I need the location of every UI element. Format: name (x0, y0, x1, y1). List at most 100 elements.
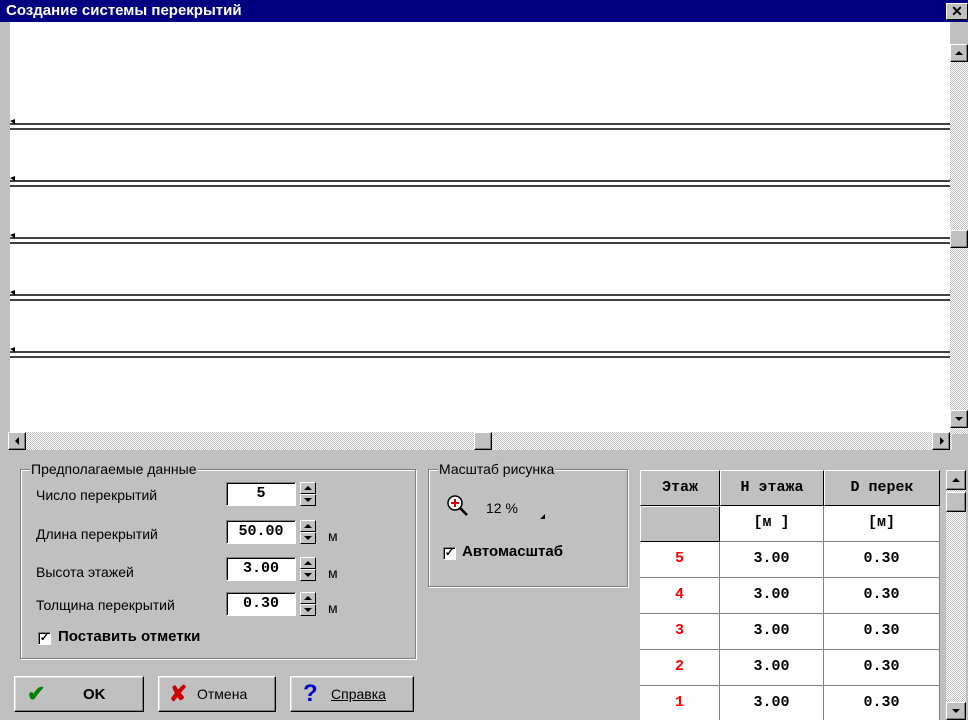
scroll-up-button[interactable] (950, 44, 968, 62)
arrow-up-icon (955, 51, 963, 55)
autoscale-checkbox-label[interactable]: Автомасштаб (462, 543, 563, 560)
arrow-down-icon (955, 417, 963, 421)
zoom-value: 12 % (486, 500, 518, 516)
table-cell-floor[interactable]: 3 (640, 614, 720, 650)
arrow-up-icon (952, 478, 960, 482)
spin-up-button[interactable] (300, 592, 316, 604)
floor-slab (10, 347, 950, 358)
spin-down-button[interactable] (300, 604, 316, 616)
zoom-in-icon[interactable] (446, 494, 470, 518)
scroll-up-button[interactable] (946, 470, 966, 490)
table-cell-floor[interactable]: 4 (640, 578, 720, 614)
scroll-thumb-vertical[interactable] (946, 492, 966, 512)
table-unit-floor (640, 506, 720, 542)
table-header-floor[interactable]: Этаж (640, 470, 720, 506)
floor-length-spinner[interactable] (300, 520, 316, 544)
arrow-up-icon (304, 524, 312, 528)
table-cell-floor[interactable]: 1 (640, 686, 720, 720)
table-cell-height[interactable]: 3.00 (720, 542, 824, 578)
help-button[interactable]: ? Справка (290, 676, 414, 712)
storey-height-input[interactable]: 3.00 (226, 557, 296, 581)
marks-checkbox-label[interactable]: Поставить отметки (58, 628, 200, 645)
arrow-left-icon (15, 437, 19, 445)
question-icon: ? (303, 680, 318, 707)
table-cell-thickness[interactable]: 0.30 (824, 686, 940, 720)
arrow-down-icon (304, 536, 312, 540)
ok-button-label: OK (83, 686, 106, 703)
slab-thickness-input[interactable]: 0.30 (226, 592, 296, 616)
floor-length-input[interactable]: 50.00 (226, 520, 296, 544)
table-cell-height[interactable]: 3.00 (720, 650, 824, 686)
table-unit-height: [м ] (720, 506, 824, 542)
floors-table[interactable]: Этаж Н этажа D перек [м ] [м] 5 3.00 0.3… (640, 470, 940, 720)
floor-length-label: Длина перекрытий (36, 526, 158, 542)
check-icon: ✔ (27, 681, 46, 706)
cancel-button-label: Отмена (197, 686, 248, 702)
slab-thickness-unit: м (328, 600, 338, 616)
spin-down-button[interactable] (300, 569, 316, 581)
close-button[interactable]: ✕ (946, 3, 968, 20)
scroll-down-button[interactable] (950, 410, 968, 428)
scroll-right-button[interactable] (932, 432, 950, 450)
assumed-data-legend: Предполагаемые данные (30, 461, 198, 477)
table-cell-thickness[interactable]: 0.30 (824, 650, 940, 686)
arrow-down-icon (304, 498, 312, 502)
storey-height-spinner[interactable] (300, 557, 316, 581)
table-cell-thickness[interactable]: 0.30 (824, 614, 940, 650)
table-cell-thickness[interactable]: 0.30 (824, 542, 940, 578)
arrow-up-icon (304, 596, 312, 600)
arrow-down-icon (304, 608, 312, 612)
help-button-label: Справка (331, 686, 386, 702)
storey-height-label: Высота этажей (36, 564, 134, 580)
floor-count-input[interactable]: 5 (226, 482, 296, 506)
floor-slab (10, 119, 950, 130)
slab-thickness-spinner[interactable] (300, 592, 316, 616)
table-cell-floor[interactable]: 2 (640, 650, 720, 686)
floor-preview-canvas (10, 22, 950, 432)
floor-slab (10, 290, 950, 301)
table-cell-thickness[interactable]: 0.30 (824, 578, 940, 614)
scroll-thumb-horizontal[interactable] (474, 432, 492, 450)
cross-icon: ✘ (169, 681, 188, 706)
floor-count-label: Число перекрытий (36, 487, 158, 503)
scroll-down-button[interactable] (946, 702, 966, 720)
spin-down-button[interactable] (300, 532, 316, 544)
ok-button[interactable]: ✔ OK (14, 676, 144, 712)
scroll-left-button[interactable] (8, 432, 26, 450)
scale-legend: Масштаб рисунка (438, 461, 556, 477)
table-cell-height[interactable]: 3.00 (720, 614, 824, 650)
title-bar: Создание системы перекрытий ✕ (0, 0, 968, 22)
scale-group (428, 469, 628, 587)
floor-slab (10, 233, 950, 244)
spin-up-button[interactable] (300, 520, 316, 532)
arrow-up-icon (304, 486, 312, 490)
table-header-height[interactable]: Н этажа (720, 470, 824, 506)
arrow-right-icon (940, 437, 944, 445)
spin-up-button[interactable] (300, 557, 316, 569)
arrow-down-icon (952, 709, 960, 713)
resize-corner-icon (540, 514, 545, 519)
table-cell-height[interactable]: 3.00 (720, 686, 824, 720)
storey-height-unit: м (328, 565, 338, 581)
table-unit-thickness: [м] (824, 506, 940, 542)
floor-count-spinner[interactable] (300, 482, 316, 506)
table-vertical-scrollbar[interactable] (946, 470, 966, 720)
cancel-button[interactable]: ✘ Отмена (158, 676, 276, 712)
floor-preview-drawing (10, 119, 950, 358)
table-cell-height[interactable]: 3.00 (720, 578, 824, 614)
spin-up-button[interactable] (300, 482, 316, 494)
spin-down-button[interactable] (300, 494, 316, 506)
table-cell-floor[interactable]: 5 (640, 542, 720, 578)
marks-checkbox[interactable]: ✓ (38, 632, 51, 645)
arrow-down-icon (304, 573, 312, 577)
window-title: Создание системы перекрытий (6, 2, 242, 19)
canvas-vertical-scrollbar[interactable] (950, 44, 968, 434)
autoscale-checkbox[interactable]: ✓ (443, 547, 456, 560)
table-header-thickness[interactable]: D перек (824, 470, 940, 506)
floor-length-unit: м (328, 528, 338, 544)
scroll-thumb-vertical[interactable] (950, 230, 968, 248)
canvas-horizontal-scrollbar[interactable] (8, 432, 952, 450)
close-icon: ✕ (951, 3, 963, 19)
slab-thickness-label: Толщина перекрытий (36, 597, 175, 613)
arrow-up-icon (304, 561, 312, 565)
